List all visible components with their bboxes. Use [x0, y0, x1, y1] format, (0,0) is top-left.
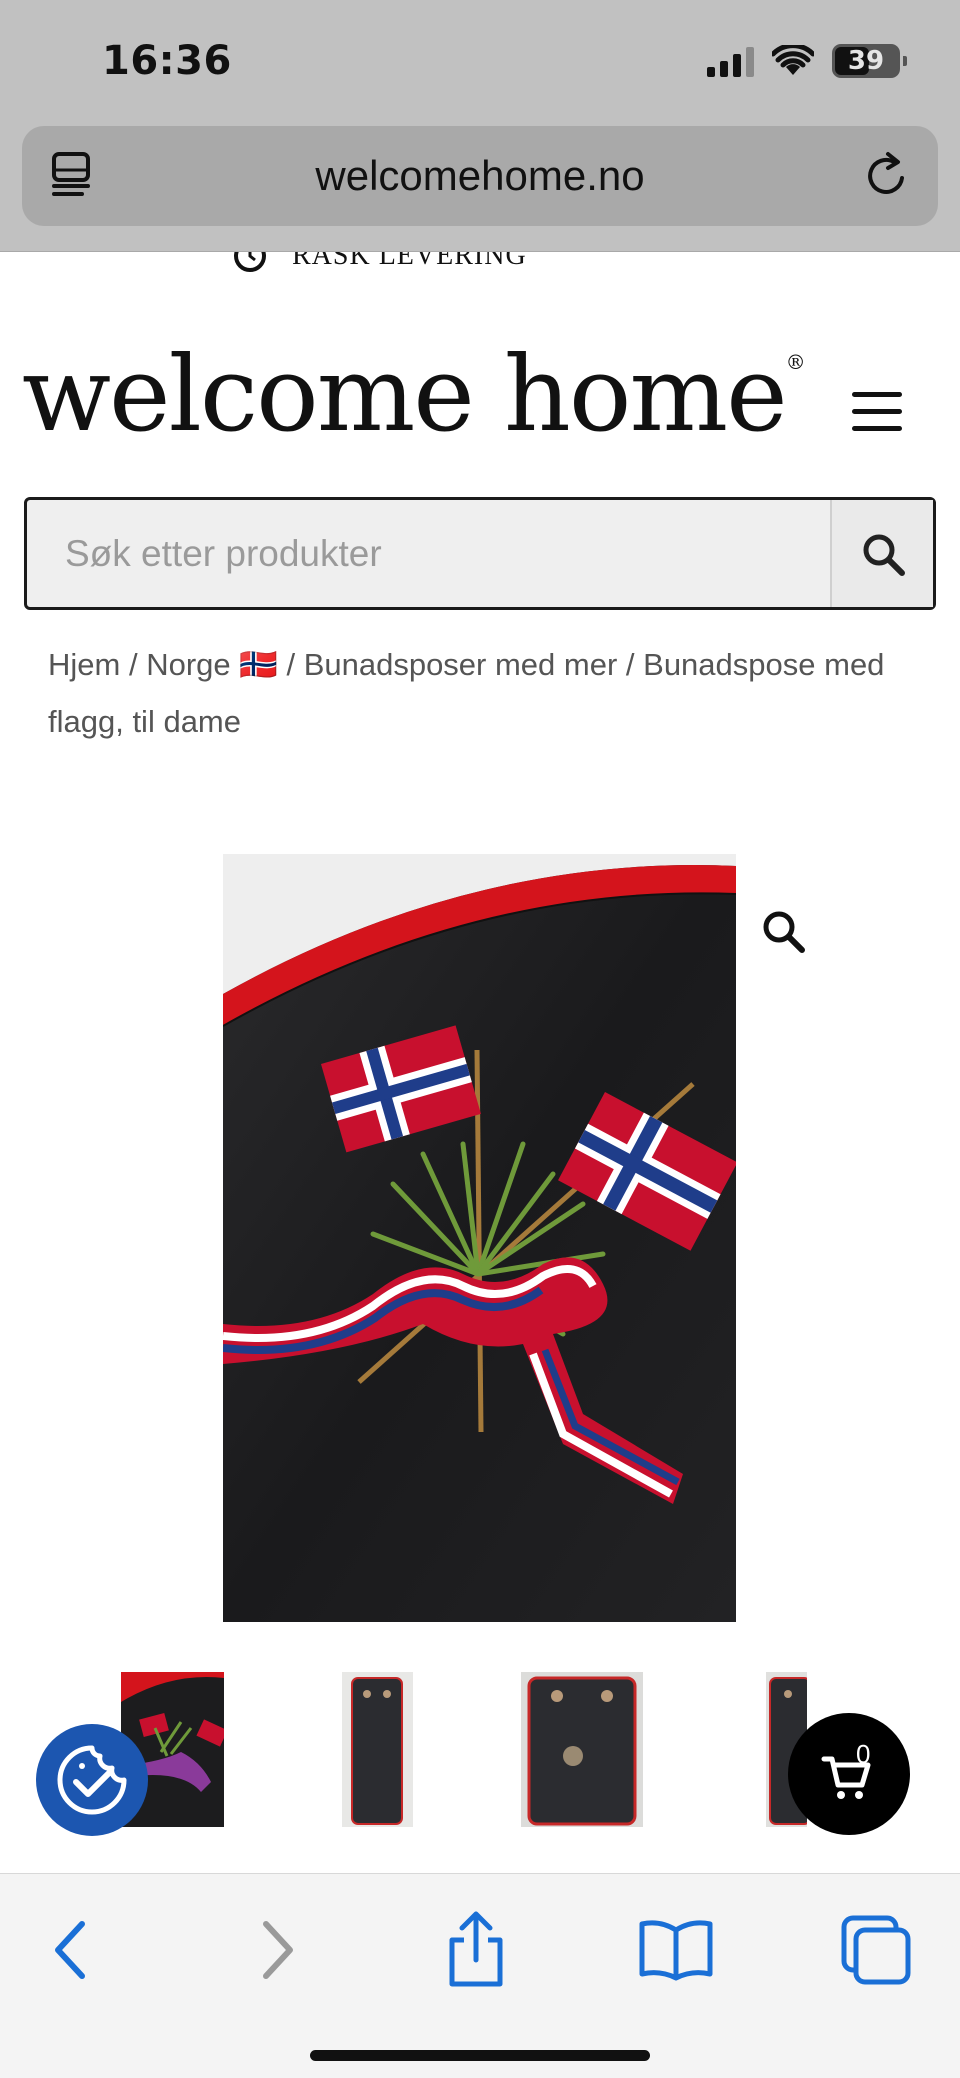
back-arrow-icon	[55, 1921, 85, 1979]
breadcrumb-separator: /	[277, 647, 304, 682]
breadcrumb-separator: /	[120, 647, 147, 682]
share-button[interactable]	[436, 1910, 516, 1990]
wifi-icon	[772, 45, 814, 75]
share-icon	[449, 1911, 503, 1987]
breadcrumb-separator: /	[617, 647, 644, 682]
cookie-consent-button[interactable]	[36, 1724, 148, 1836]
cart-count: 0	[856, 1739, 871, 1769]
registered-mark: ®	[785, 350, 806, 374]
breadcrumb-category[interactable]: Bunadsposer med mer	[304, 647, 618, 682]
hamburger-menu-icon[interactable]	[852, 392, 906, 432]
cart-button[interactable]: 0	[788, 1713, 910, 1835]
forward-button[interactable]	[238, 1910, 318, 1990]
battery-icon: 39	[832, 44, 907, 78]
forward-arrow-icon	[263, 1921, 293, 1979]
magnifier-icon[interactable]	[758, 906, 808, 956]
logo-text: welcome home	[22, 333, 788, 455]
search-button[interactable]	[830, 500, 933, 607]
product-search	[24, 497, 936, 610]
url-bar[interactable]: welcomehome.no	[22, 126, 938, 226]
bookmarks-button[interactable]	[636, 1910, 716, 1990]
breadcrumb-home[interactable]: Hjem	[48, 647, 120, 682]
battery-percent: 39	[847, 46, 885, 76]
status-time: 16:36	[102, 38, 232, 84]
cellular-signal-icon	[707, 45, 754, 77]
search-icon	[863, 534, 905, 576]
home-indicator	[310, 2050, 650, 2061]
reload-icon[interactable]	[858, 148, 914, 204]
tabs-icon	[841, 1915, 911, 1985]
status-icons: 39	[707, 44, 907, 78]
site-logo[interactable]: welcome home®	[22, 342, 806, 446]
product-photo-illustration	[223, 854, 736, 1622]
url-text[interactable]: welcomehome.no	[22, 152, 938, 200]
product-image[interactable]	[223, 854, 736, 1622]
bookmarks-icon	[639, 1920, 713, 1981]
thumbnail-2[interactable]	[342, 1672, 413, 1827]
browser-top-chrome: 16:36 39 welcomehome.no	[0, 0, 960, 252]
thumbnail-3[interactable]	[521, 1672, 643, 1827]
search-input[interactable]	[27, 500, 830, 607]
cookie-consent-icon	[57, 1745, 127, 1815]
tabs-button[interactable]	[836, 1910, 916, 1990]
breadcrumb: Hjem / Norge 🇳🇴 / Bunadsposer med mer / …	[48, 636, 918, 750]
back-button[interactable]	[30, 1910, 110, 1990]
browser-bottom-toolbar	[0, 1873, 960, 2078]
breadcrumb-norge[interactable]: Norge 🇳🇴	[146, 647, 278, 682]
